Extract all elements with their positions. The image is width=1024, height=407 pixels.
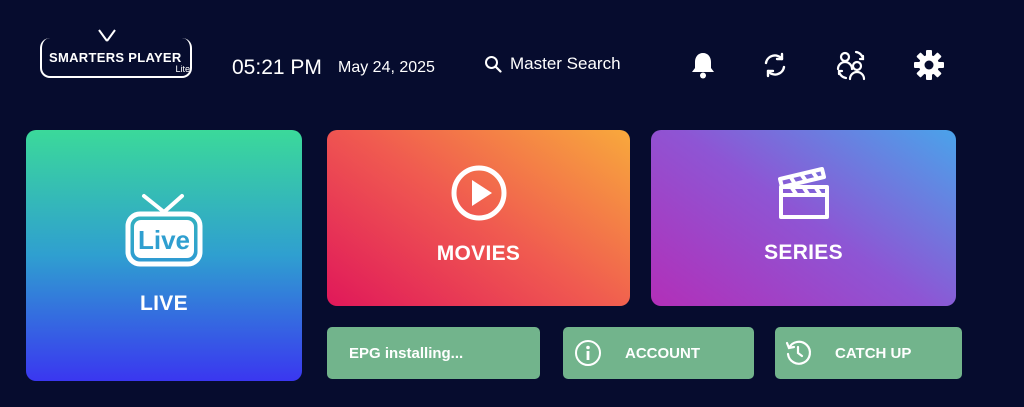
switch-user-icon: [836, 50, 866, 81]
refresh-icon: [764, 52, 786, 78]
live-badge-text: Live: [138, 225, 190, 255]
info-icon: [573, 338, 603, 368]
series-label: SERIES: [764, 241, 843, 264]
bell-icon: [692, 53, 714, 79]
app-logo: SMARTERS PLAYER Lite: [40, 28, 200, 80]
account-button[interactable]: ACCOUNT: [563, 327, 754, 379]
logo-title: SMARTERS PLAYER: [49, 50, 182, 65]
history-icon: [783, 338, 813, 368]
notifications-button[interactable]: [686, 48, 720, 82]
movies-label: MOVIES: [436, 242, 521, 265]
catch-up-button[interactable]: CATCH UP: [775, 327, 962, 379]
live-tv-icon: Live: [125, 193, 203, 266]
master-search-button[interactable]: Master Search: [484, 54, 621, 74]
live-label: LIVE: [140, 291, 188, 315]
epg-status-button[interactable]: EPG installing...: [327, 327, 540, 379]
account-label: ACCOUNT: [625, 344, 700, 362]
live-tile[interactable]: Live LIVE: [26, 130, 302, 381]
movies-tile[interactable]: MOVIES: [327, 130, 630, 306]
search-icon: [485, 56, 502, 73]
clock-time: 05:21 PM: [232, 56, 322, 79]
epg-label: EPG installing...: [349, 344, 464, 362]
refresh-button[interactable]: [758, 48, 792, 82]
search-label: Master Search: [510, 54, 621, 73]
gear-icon: [914, 50, 944, 80]
settings-button[interactable]: [912, 48, 946, 82]
logo-subtitle: Lite: [175, 64, 190, 74]
catch-up-label: CATCH UP: [835, 344, 912, 362]
current-date: May 24, 2025: [338, 59, 435, 76]
play-icon: [451, 165, 506, 221]
clapperboard-icon: [777, 167, 829, 219]
switch-user-button[interactable]: [834, 48, 868, 82]
series-tile[interactable]: SERIES: [651, 130, 956, 306]
